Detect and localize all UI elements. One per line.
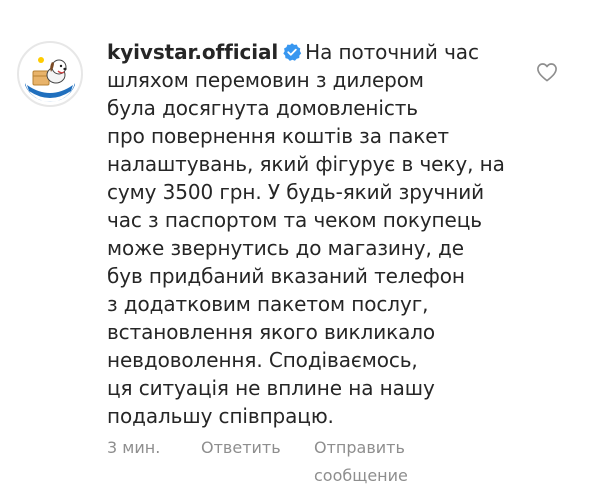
comment-text-line: про повернення коштів за пакет <box>107 124 449 148</box>
comment-text-line: шляхом перемовин з дилером <box>107 68 424 92</box>
avatar[interactable] <box>17 41 83 107</box>
heart-outline-icon[interactable] <box>536 62 558 82</box>
reply-button[interactable]: Ответить <box>201 434 281 462</box>
comment-text-line: був придбаний вказаний телефон <box>107 264 465 288</box>
comment-text-line: невдоволення. Сподіваємось, <box>107 348 418 372</box>
username-link[interactable]: kyivstar.official <box>107 40 278 64</box>
comment-text-line: з додатковим пакетом послуг, <box>107 292 429 316</box>
send-message-label-line1: Отправить <box>314 438 405 457</box>
comment-timestamp: 3 мин. <box>107 438 161 457</box>
comment-text-line: була досягнута домовленість <box>107 96 418 120</box>
comment-text-line: На поточний час <box>305 40 479 64</box>
kyivstar-dog-logo <box>21 45 79 103</box>
comment-text-line: ця ситуація не вплине на нашу <box>107 376 435 400</box>
send-message-label-line2: сообщение <box>314 466 408 485</box>
comment-text-line: подальшу співпрацю. <box>107 404 334 428</box>
verified-badge-icon <box>283 43 302 61</box>
comment-text-line: суму 3500 грн. У будь-який зручний <box>107 180 485 204</box>
comment-text-line: встановлення якого викликало <box>107 320 436 344</box>
comment-text-line: налаштувань, який фігурує в чеку, на <box>107 152 505 176</box>
comment-text-line: час з паспортом та чеком покупець <box>107 208 482 232</box>
comment-text-line: може звернутись до магазину, де <box>107 236 464 260</box>
send-message-button[interactable]: Отправить сообщение <box>314 434 408 489</box>
comment-first-line: kyivstar.official На поточний час <box>107 38 527 66</box>
comment-body: kyivstar.official На поточний час шляхом… <box>107 38 527 430</box>
